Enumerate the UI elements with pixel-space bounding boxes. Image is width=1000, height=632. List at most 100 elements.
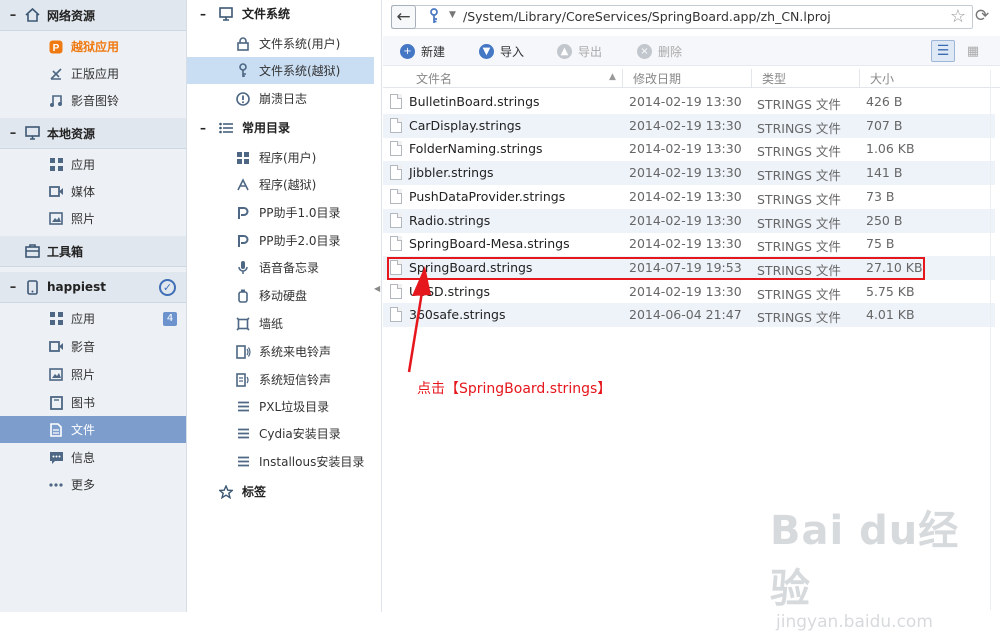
file-type-cell: STRINGS 文件 [757,239,841,255]
new-button[interactable]: + 新建 [400,43,445,60]
sidebar-item-official-apps[interactable]: 正版应用 [0,60,186,87]
section-label: 文件系统 [242,7,291,21]
path-text[interactable]: /System/Library/CoreServices/SpringBoard… [463,9,831,24]
sidebar-item-device-messages[interactable]: 信息 [0,444,186,471]
chevron-down-icon[interactable]: ▼ [449,10,456,20]
dir-item-cydia-install[interactable]: Cydia安装目录 [187,420,374,447]
section-filesystem[interactable]: – 文件系统 [187,0,382,27]
sidebar-item-local-apps[interactable]: 应用 [0,151,186,178]
dir-item-usb-drive[interactable]: 移动硬盘 [187,282,374,309]
file-name-cell: BulletinBoard.strings [409,94,540,109]
document-icon [390,165,402,181]
delete-button[interactable]: × 删除 [637,43,682,60]
address-bar[interactable]: ← ▼ /System/Library/CoreServices/SpringB… [391,5,973,29]
sidebar-item-label: 照片 [71,212,96,226]
toolbox-item[interactable]: 工具箱 [0,236,186,267]
sidebar-item-local-media[interactable]: 媒体 [0,178,186,205]
document-icon [390,236,402,252]
favorite-star-icon[interactable]: ☆ [950,6,966,27]
collapse-toggle[interactable]: – [4,126,22,141]
svg-text:P: P [53,43,60,54]
dir-item-call-ringtones[interactable]: 系统来电铃声 [187,338,374,365]
table-row[interactable]: CarDisplay.strings 2014-02-19 13:30 STRING… [383,113,995,138]
file-type-cell: STRINGS 文件 [757,310,841,326]
export-icon: ▲ [557,44,572,59]
table-row[interactable]: SpringBoard-Mesa.strings 2014-02-19 13:30… [383,232,995,256]
refresh-icon[interactable]: ⟳ [975,6,989,26]
sidebar-item-jailbreak-apps[interactable]: P 越狱应用 [0,33,186,60]
column-header-date[interactable]: 修改日期 [633,70,681,88]
section-network-resources[interactable]: – 网络资源 [0,0,186,31]
file-name-cell: Jibbler.strings [409,165,494,181]
modified-date-cell: 2014-02-19 13:30 [629,212,742,228]
dir-item-wallpaper[interactable]: 墙纸 [187,310,374,337]
sidebar-item-device-books[interactable]: 图书 [0,389,186,416]
section-device-happiest[interactable]: – happiest ✓ [0,272,186,303]
dir-item-apps-user[interactable]: 程序(用户) [187,144,374,171]
sidebar-item-local-photos[interactable]: 照片 [0,205,186,232]
table-row[interactable]: PushDataProvider.strings 2014-02-19 13:30… [383,185,995,209]
sidebar-item-device-files[interactable]: 文件 [0,416,186,443]
list-view-icon[interactable]: ☰ [931,40,955,62]
section-common-dirs[interactable]: – 常用目录 [187,114,382,141]
highlight-box [387,257,925,280]
collapse-toggle[interactable]: – [195,7,211,21]
dir-item-label: PXL垃圾目录 [259,400,330,414]
column-header-type[interactable]: 类型 [762,70,786,88]
column-header-name[interactable]: 文件名 [416,70,452,88]
document-icon [390,117,402,133]
message-icon [48,451,64,465]
dir-item-pxl-trash[interactable]: PXL垃圾目录 [187,393,374,420]
star-icon [217,484,235,499]
sidebar-item-device-video[interactable]: 影音 [0,333,186,360]
dir-item-installous-install[interactable]: Installous安装目录 [187,448,374,475]
grid-view-icon[interactable]: ▦ [961,40,985,62]
home-icon [22,8,42,22]
table-row[interactable]: USSD.strings 2014-02-19 13:30 STRINGS 文件 5.… [383,280,995,304]
sidebar-item-device-more[interactable]: 更多 [0,471,186,498]
back-button[interactable]: ← [391,5,416,29]
file-size-cell: 426 B [866,94,903,109]
table-row[interactable]: 360safe.strings 2014-06-04 21:47 STRINGS 文… [383,303,995,328]
sidebar-item-label: 媒体 [71,185,96,199]
more-icon [48,482,64,487]
file-name-cell: Radio.strings [409,212,491,228]
dir-item-voice-memos[interactable]: 语音备忘录 [187,254,374,281]
section-local-resources[interactable]: – 本地资源 [0,118,186,149]
dir-item-pp-2[interactable]: PP助手2.0目录 [187,227,374,254]
table-row[interactable]: BulletinBoard.strings 2014-02-19 13:30 STR… [383,90,995,114]
new-label: 新建 [421,45,446,59]
ruler-icon [48,67,64,81]
dir-item-apps-jailbreak[interactable]: 程序(越狱) [187,171,374,198]
column-header-size[interactable]: 大小 [870,70,894,88]
section-tags[interactable]: 标签 [187,478,382,505]
modified-date-cell: 2014-06-04 21:47 [629,307,742,323]
dir-item-filesystem-user[interactable]: 文件系统(用户) [187,30,374,57]
sidebar-item-device-photos[interactable]: 照片 [0,361,186,388]
toolbar: + 新建 ▼ 导入 ▲ 导出 × 删除 ☰ ▦ [383,36,1000,66]
table-row[interactable]: FolderNaming.strings 2014-02-19 13:30 STRI… [383,137,995,161]
mic-icon [235,260,251,275]
file-size-cell: 141 B [866,165,903,181]
file-name-cell: SpringBoard-Mesa.strings [409,236,570,252]
collapse-panel-arrow-icon[interactable]: ◀ [374,284,380,293]
dir-item-filesystem-jailbreak[interactable]: 文件系统(越狱) [187,57,374,84]
sidebar-item-device-apps[interactable]: 应用 4 [0,305,186,332]
dir-item-label: Cydia安装目录 [259,427,341,441]
dir-item-label: PP助手1.0目录 [259,206,341,220]
sidebar-item-media-ringtones[interactable]: 影音图铃 [0,87,186,114]
collapse-toggle[interactable]: – [195,121,211,135]
collapse-toggle[interactable]: – [4,8,22,23]
dir-item-sms-ringtones[interactable]: 系统短信铃声 [187,366,374,393]
export-button[interactable]: ▲ 导出 [557,43,602,60]
count-badge: 4 [163,311,177,326]
sidebar-item-label: 照片 [71,368,96,382]
collapse-toggle[interactable]: – [4,280,22,295]
table-row[interactable]: Radio.strings 2014-02-19 13:30 STRINGS 文件 2… [383,208,995,233]
dir-item-crash-logs[interactable]: 崩溃日志 [187,85,374,112]
table-row[interactable]: Jibbler.strings 2014-02-19 13:30 STRINGS 文… [383,161,995,186]
watermark-logo-text: Bai du经验 [770,508,960,612]
import-button[interactable]: ▼ 导入 [479,43,524,60]
dir-item-pp-1[interactable]: PP助手1.0目录 [187,199,374,226]
monitor-icon [22,126,42,140]
